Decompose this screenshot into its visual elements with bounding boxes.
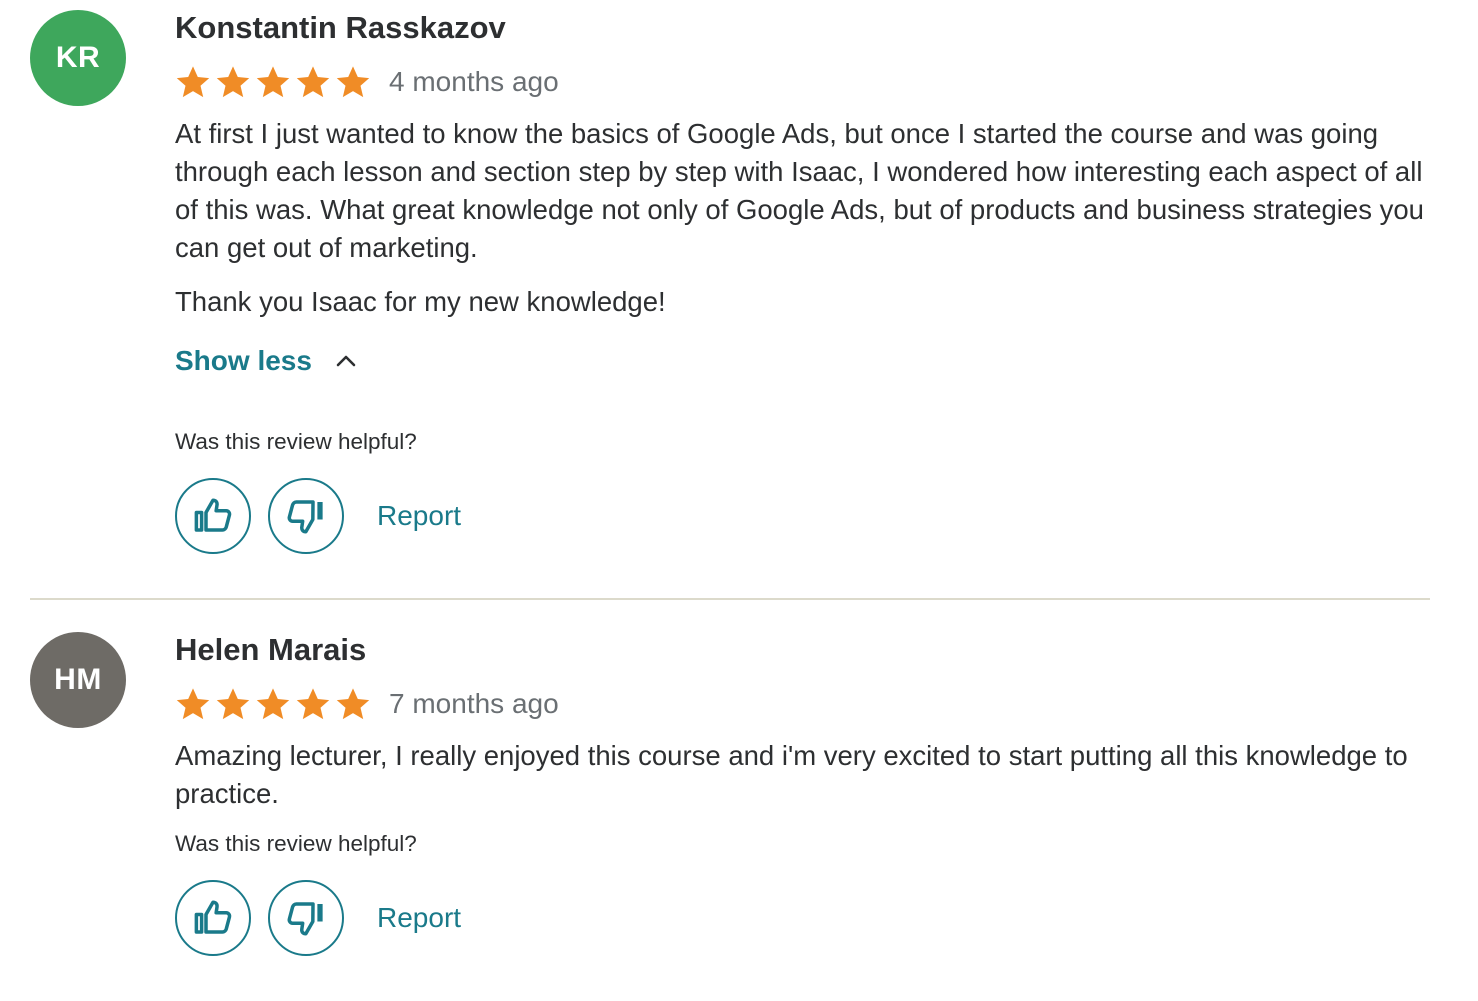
avatar: KR [30,10,126,106]
star-rating [175,686,371,722]
review-text: Amazing lecturer, I really enjoyed this … [175,740,1408,809]
thumbs-up-icon [194,900,232,934]
star-icon [216,688,250,720]
review-divider [30,598,1430,600]
review-content: Konstantin Rasskazov 4 months ago At fir… [175,8,1425,554]
avatar-initials: HM [54,663,102,696]
star-icon [296,66,330,98]
thumbs-up-button[interactable] [175,478,251,554]
thumbs-down-icon [287,902,323,936]
avatar-initials: KR [55,41,101,74]
review-actions: Report [175,478,1425,554]
report-link[interactable]: Report [377,902,461,934]
review-text: Thank you Isaac for my new knowledge! [175,286,666,317]
review-actions: Report [175,880,1425,956]
chevron-up-icon [336,355,356,367]
avatar: HM [30,632,126,728]
helpful-question: Was this review helpful? [175,429,417,454]
review-time: 7 months ago [389,688,559,719]
star-rating [175,64,371,100]
thumbs-down-button[interactable] [268,478,344,554]
star-icon [256,688,290,720]
thumbs-up-icon [194,498,232,532]
thumbs-down-icon [287,500,323,534]
show-less-button[interactable]: Show less [175,345,358,377]
helpful-question: Was this review helpful? [175,831,417,856]
star-icon [336,66,370,98]
review-text: At first I just wanted to know the basic… [175,118,1424,263]
review-content: Helen Marais 7 months ago Amazing lectur… [175,630,1425,956]
star-icon [296,688,330,720]
review-time: 4 months ago [389,66,559,97]
star-icon [336,688,370,720]
rating-row: 7 months ago [175,681,1425,727]
thumbs-down-button[interactable] [268,880,344,956]
star-icon [176,66,210,98]
rating-row: 4 months ago [175,59,1425,105]
report-link[interactable]: Report [377,500,461,532]
star-icon [176,688,210,720]
star-icon [256,66,290,98]
reviewer-name: Konstantin Rasskazov [175,10,506,45]
thumbs-up-button[interactable] [175,880,251,956]
show-less-label: Show less [175,345,312,376]
star-icon [216,66,250,98]
reviewer-name: Helen Marais [175,632,367,667]
